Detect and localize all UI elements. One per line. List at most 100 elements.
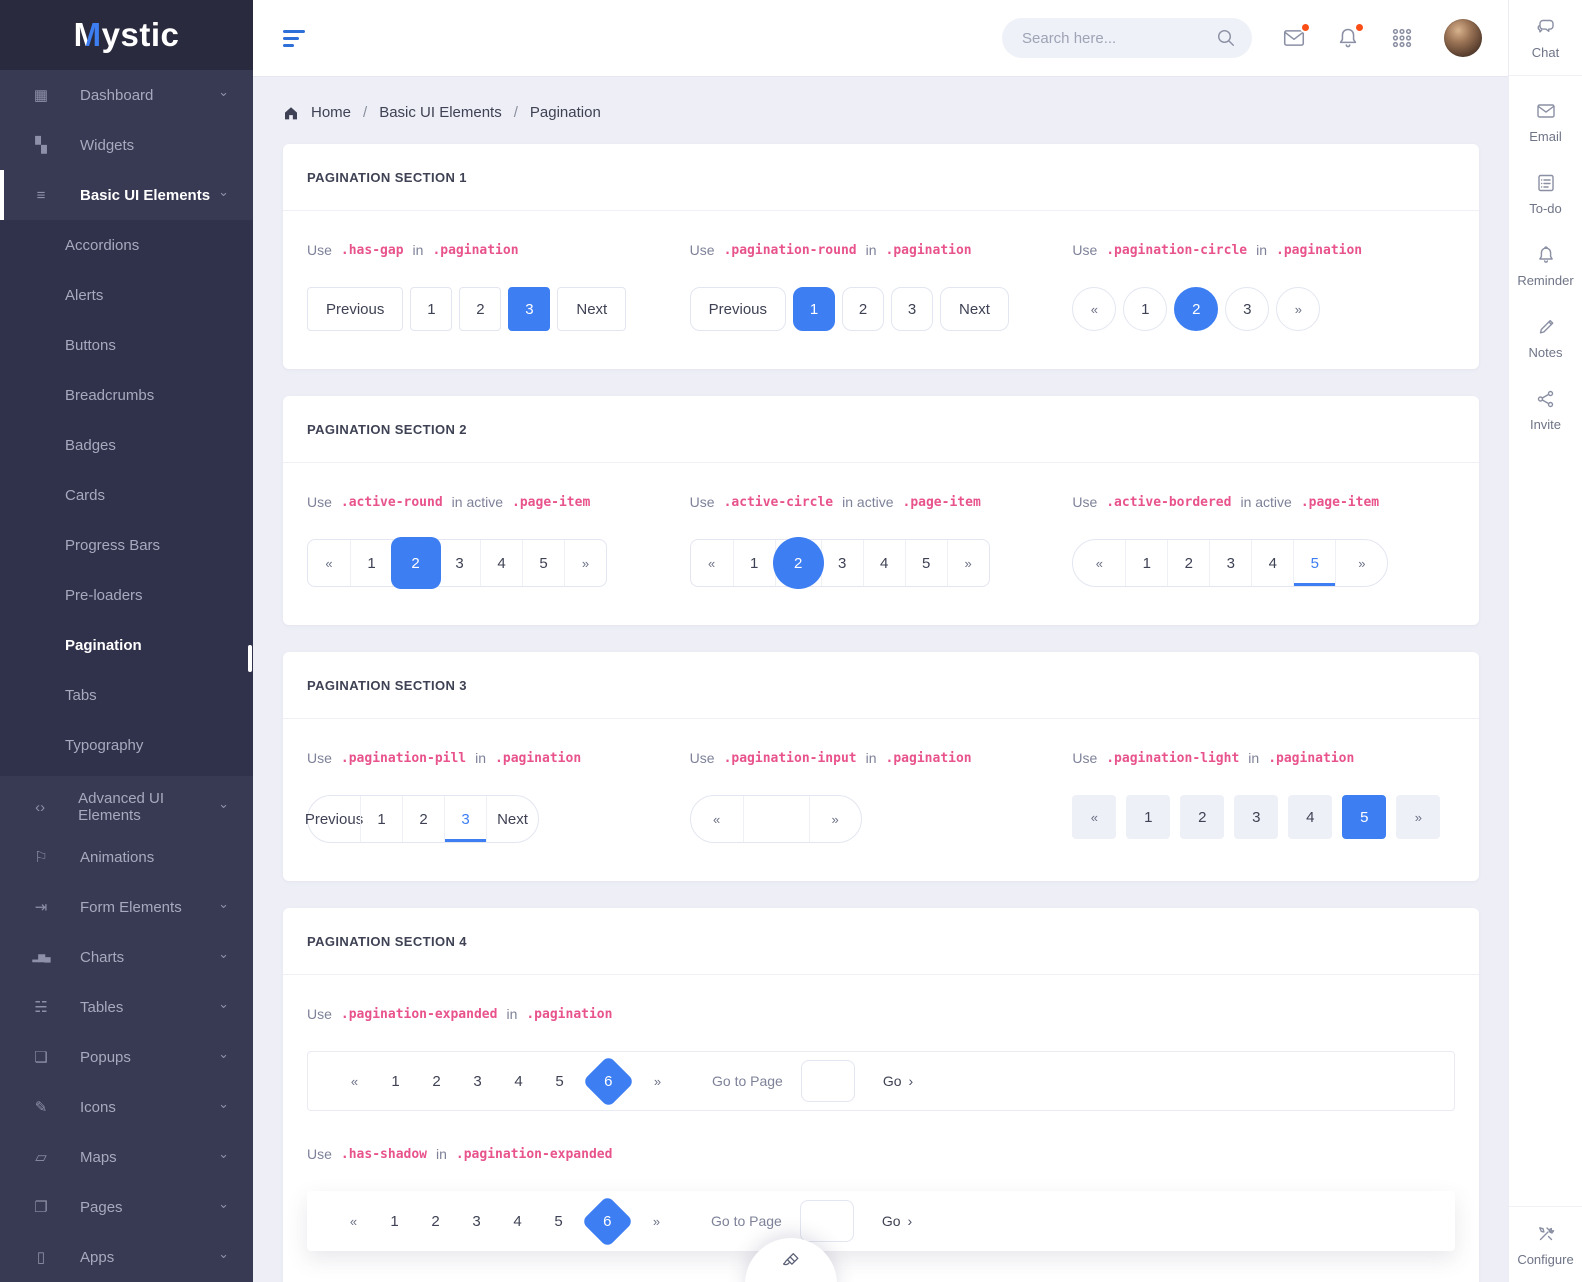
sidebar-item-popups[interactable]: ❏ Popups ⌄: [0, 1032, 253, 1082]
page-1-button-active[interactable]: 1: [793, 287, 836, 331]
page-5-button[interactable]: 5: [538, 1213, 579, 1230]
sidebar-subitem-cards[interactable]: Cards: [0, 470, 253, 520]
first-page-button[interactable]: «: [334, 1074, 375, 1089]
page-2-button[interactable]: 2: [416, 1073, 457, 1090]
last-page-button[interactable]: »: [636, 1214, 677, 1229]
rail-item-chat[interactable]: Chat: [1509, 0, 1582, 76]
page-3-button[interactable]: 3: [820, 540, 863, 586]
rail-item-invite[interactable]: Invite: [1509, 374, 1582, 446]
page-4-button[interactable]: 4: [498, 1073, 539, 1090]
page-1-button[interactable]: 1: [1126, 795, 1171, 839]
last-page-button[interactable]: »: [1396, 795, 1441, 839]
sidebar-item-maps[interactable]: ▱ Maps ⌄: [0, 1132, 253, 1182]
page-4-button[interactable]: 4: [1251, 540, 1293, 586]
sidebar-subitem-progress-bars[interactable]: Progress Bars: [0, 520, 253, 570]
sidebar-scrollbar-thumb[interactable]: [248, 645, 252, 672]
next-page-button[interactable]: Next: [557, 287, 627, 331]
sidebar-subitem-typography[interactable]: Typography: [0, 720, 253, 770]
messages-button[interactable]: [1282, 22, 1311, 50]
page-4-button[interactable]: 4: [1288, 795, 1333, 839]
page-6-button-active[interactable]: 6: [581, 1194, 634, 1248]
page-2-button[interactable]: 2: [415, 1213, 456, 1230]
last-page-button[interactable]: »: [637, 1074, 678, 1089]
page-5-button[interactable]: 5: [522, 540, 564, 586]
last-page-button[interactable]: »: [1276, 287, 1321, 331]
rail-item-email[interactable]: Email: [1509, 86, 1582, 158]
sidebar-subitem-accordions[interactable]: Accordions: [0, 220, 253, 270]
sidebar-subitem-breadcrumbs[interactable]: Breadcrumbs: [0, 370, 253, 420]
page-5-button[interactable]: 5: [539, 1073, 580, 1090]
last-page-button[interactable]: »: [946, 540, 989, 586]
sidebar-item-apps[interactable]: ▯ Apps ⌄: [0, 1232, 253, 1282]
first-page-button[interactable]: «: [691, 540, 733, 586]
sidebar-subitem-buttons[interactable]: Buttons: [0, 320, 253, 370]
first-page-button[interactable]: «: [1072, 795, 1117, 839]
page-5-button-active[interactable]: 5: [1342, 795, 1387, 839]
sidebar-item-charts[interactable]: ▂▆▄ Charts ⌄: [0, 932, 253, 982]
page-2-button[interactable]: 2: [459, 287, 502, 331]
page-3-button[interactable]: 3: [1209, 540, 1251, 586]
page-4-button[interactable]: 4: [480, 540, 522, 586]
user-avatar[interactable]: [1444, 19, 1482, 57]
page-3-button[interactable]: 3: [438, 540, 480, 586]
apps-grid-button[interactable]: [1390, 26, 1414, 50]
previous-page-button[interactable]: Previous: [305, 796, 363, 842]
goto-page-input[interactable]: [799, 1200, 854, 1242]
notifications-button[interactable]: [1336, 22, 1365, 50]
previous-page-button[interactable]: Previous: [307, 287, 404, 331]
sidebar-item-basic-ui-elements[interactable]: ≡ Basic UI Elements ⌄: [0, 170, 253, 220]
sidebar-item-widgets[interactable]: ▚ Widgets: [0, 120, 253, 170]
breadcrumb-basic-ui[interactable]: Basic UI Elements: [379, 104, 502, 121]
sidebar-subitem-tabs[interactable]: Tabs: [0, 670, 253, 720]
page-3-button[interactable]: 3: [456, 1213, 497, 1230]
sidebar-item-dashboard[interactable]: ▦ Dashboard ⌄: [0, 70, 253, 120]
last-page-button[interactable]: »: [564, 540, 606, 586]
page-1-button[interactable]: 1: [374, 1213, 415, 1230]
page-1-button[interactable]: 1: [350, 540, 392, 586]
page-1-button[interactable]: 1: [1123, 287, 1168, 331]
page-3-button[interactable]: 3: [891, 287, 934, 331]
sidebar-item-icons[interactable]: ✎ Icons ⌄: [0, 1082, 253, 1132]
page-6-button-active[interactable]: 6: [582, 1054, 635, 1108]
first-page-button[interactable]: «: [691, 796, 743, 842]
sidebar-item-animations[interactable]: ⚐ Animations: [0, 832, 253, 882]
rail-item-notes[interactable]: Notes: [1509, 302, 1582, 374]
page-2-button[interactable]: 2: [402, 796, 444, 842]
rail-item-reminder[interactable]: Reminder: [1509, 230, 1582, 302]
go-button[interactable]: Go ›: [882, 1213, 912, 1229]
page-4-button[interactable]: 4: [862, 540, 905, 586]
page-1-button[interactable]: 1: [360, 796, 402, 842]
page-5-button[interactable]: 5: [904, 540, 947, 586]
sidebar-subitem-pre-loaders[interactable]: Pre-loaders: [0, 570, 253, 620]
page-2-button[interactable]: 2: [842, 287, 885, 331]
page-1-button[interactable]: 1: [375, 1073, 416, 1090]
page-2-button[interactable]: 2: [1180, 795, 1225, 839]
page-1-button[interactable]: 1: [410, 287, 453, 331]
first-page-button[interactable]: «: [308, 540, 350, 586]
page-4-button[interactable]: 4: [497, 1213, 538, 1230]
page-5-button-active[interactable]: 5: [1293, 540, 1335, 586]
page-2-button-active[interactable]: 2: [390, 537, 441, 589]
brand-logo[interactable]: Mystic: [0, 0, 253, 70]
sidebar-item-pages[interactable]: ❐ Pages ⌄: [0, 1182, 253, 1232]
previous-page-button[interactable]: Previous: [689, 287, 787, 331]
sidebar-subitem-pagination[interactable]: Pagination: [0, 620, 253, 670]
page-2-button[interactable]: 2: [1167, 540, 1209, 586]
next-page-button[interactable]: Next: [940, 287, 1009, 331]
breadcrumb-home[interactable]: Home: [311, 104, 351, 121]
page-1-button[interactable]: 1: [1125, 540, 1167, 586]
page-number-input[interactable]: [743, 796, 809, 842]
first-page-button[interactable]: «: [1073, 540, 1125, 586]
first-page-button[interactable]: «: [333, 1214, 374, 1229]
sidebar-toggle-button[interactable]: [283, 29, 305, 47]
page-3-button[interactable]: 3: [1225, 287, 1270, 331]
sidebar-subitem-badges[interactable]: Badges: [0, 420, 253, 470]
go-button[interactable]: Go ›: [883, 1073, 913, 1089]
page-1-button[interactable]: 1: [732, 540, 775, 586]
last-page-button[interactable]: »: [1335, 540, 1387, 586]
sidebar-item-tables[interactable]: ☵ Tables ⌄: [0, 982, 253, 1032]
sidebar-item-form-elements[interactable]: ⇥ Form Elements ⌄: [0, 882, 253, 932]
last-page-button[interactable]: »: [808, 796, 861, 842]
page-3-button-active[interactable]: 3: [444, 796, 486, 842]
page-2-button-active[interactable]: 2: [1174, 287, 1219, 331]
